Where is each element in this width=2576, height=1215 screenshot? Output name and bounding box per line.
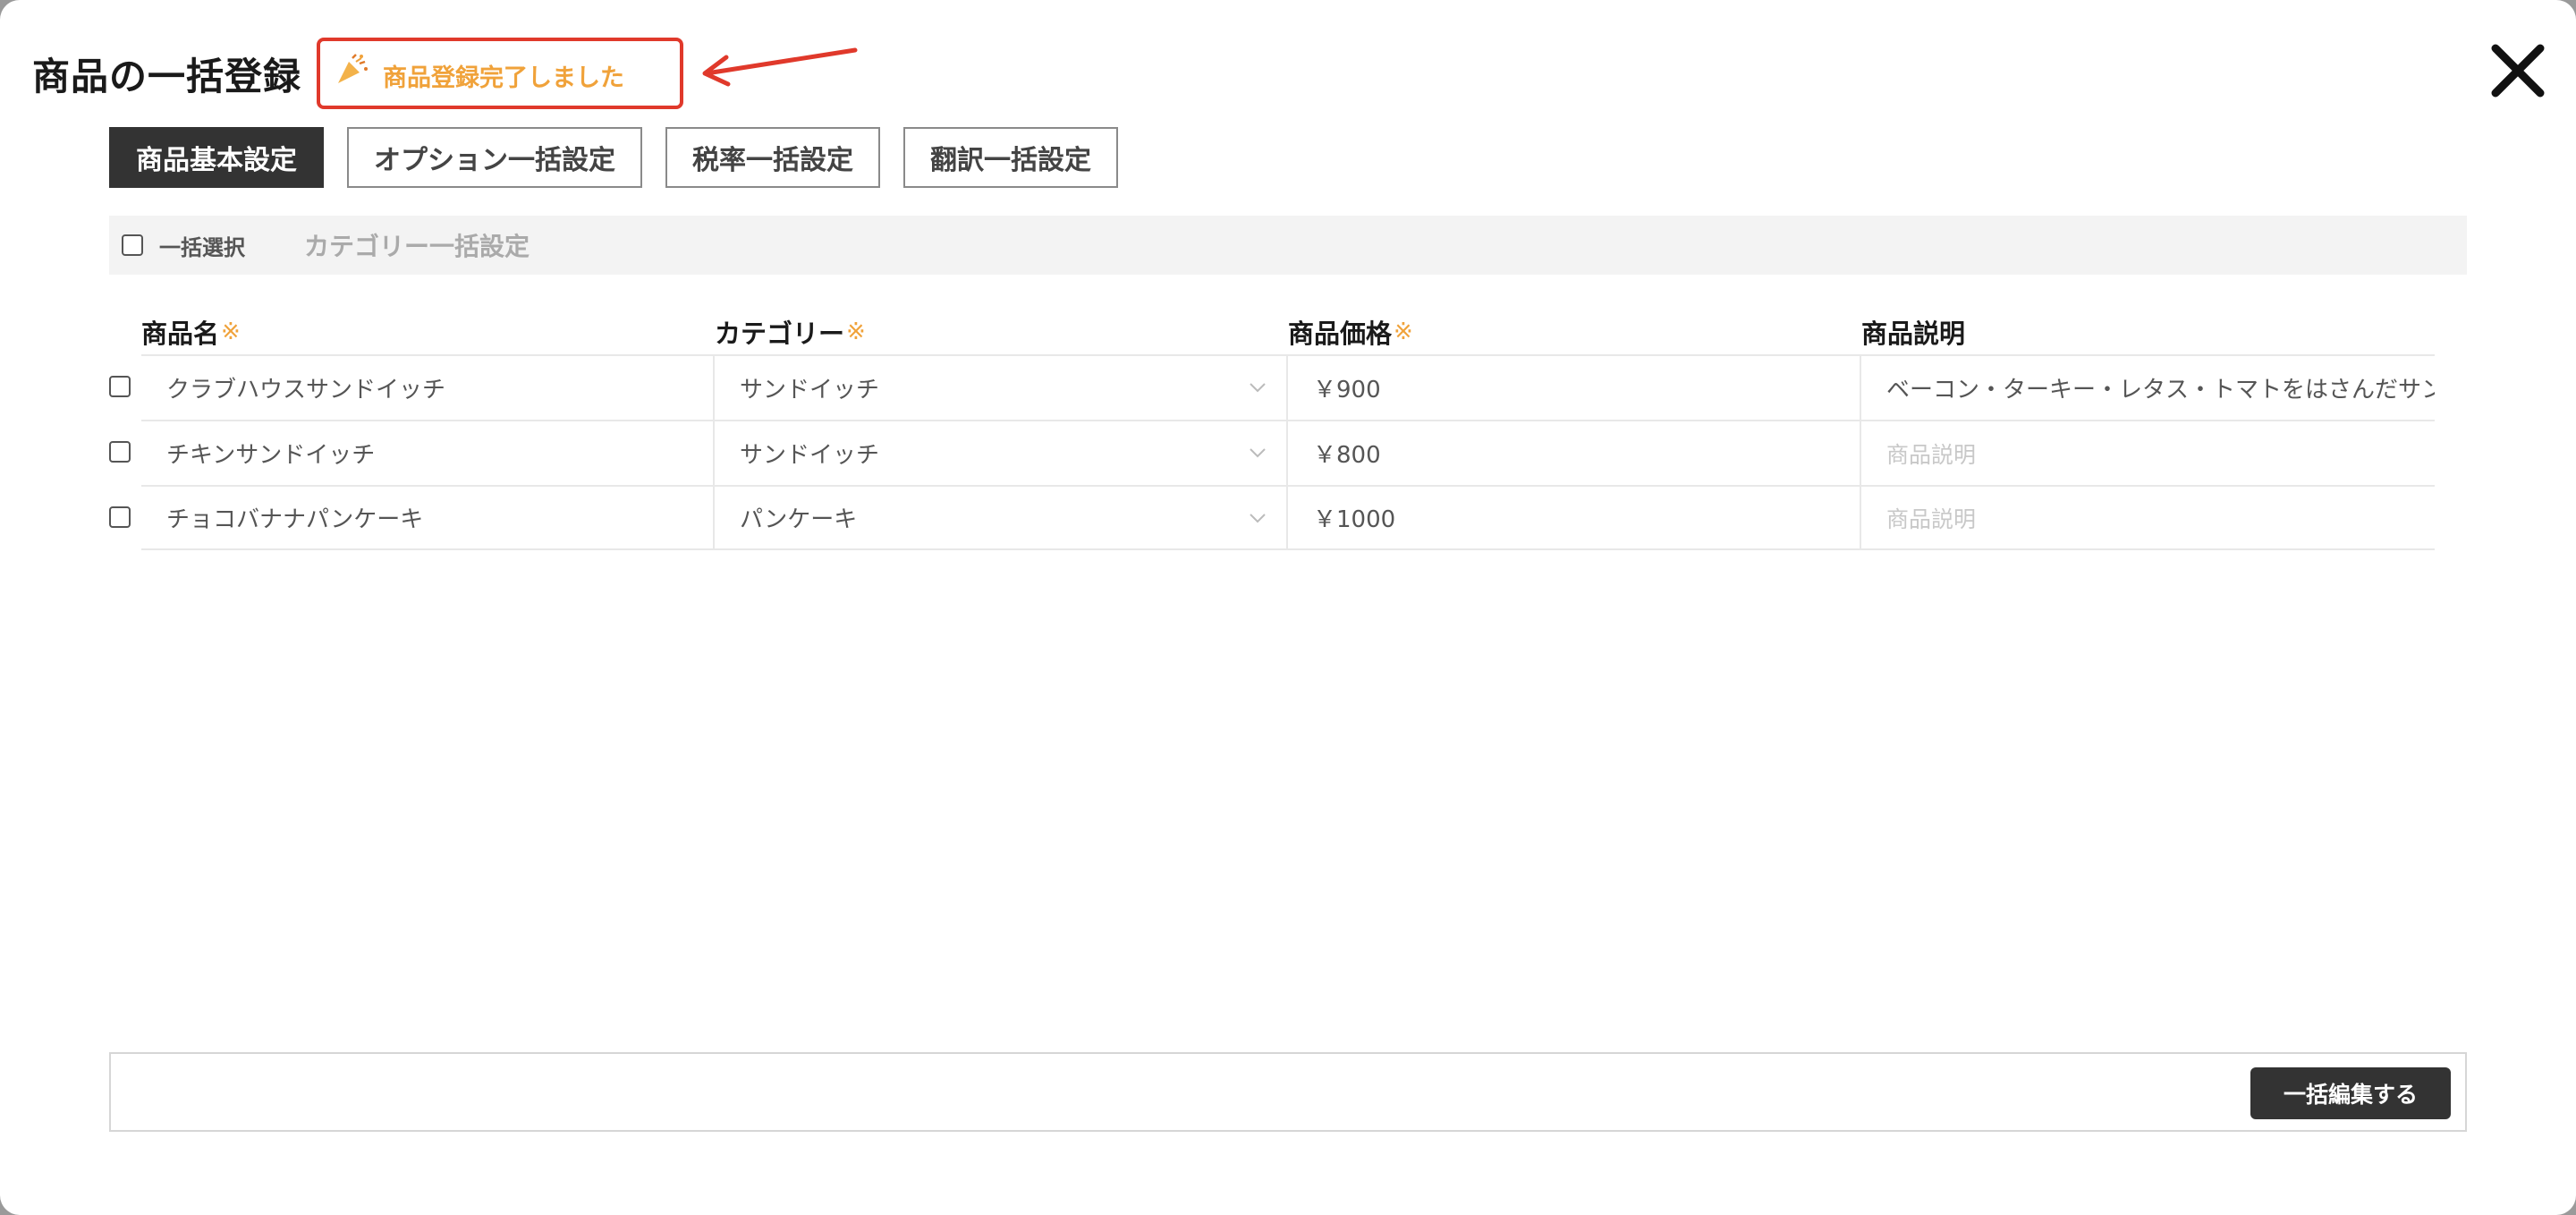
category-select[interactable]: サンドイッチ xyxy=(715,421,1288,485)
description-input[interactable]: 商品説明 xyxy=(1861,487,2435,548)
column-header-name: 商品名 ※ xyxy=(141,319,241,349)
required-mark: ※ xyxy=(846,319,866,345)
success-toast: 商品登録完了しました xyxy=(317,38,683,109)
required-mark: ※ xyxy=(221,319,241,345)
chevron-down-icon xyxy=(1250,383,1266,393)
table-row: チキンサンドイッチ サンドイッチ ￥800 商品説明 xyxy=(0,420,2576,485)
product-table-body: クラブハウスサンドイッチ サンドイッチ ￥900 ベーコン・ターキー・レタス・ト… xyxy=(0,354,2576,550)
toast-message: 商品登録完了しました xyxy=(383,64,624,92)
product-name-input[interactable]: チョコバナナパンケーキ xyxy=(141,487,715,548)
annotation-arrow xyxy=(702,47,858,87)
settings-tabs: 商品基本設定 オプション一括設定 税率一括設定 翻訳一括設定 xyxy=(109,127,1118,188)
price-input[interactable]: ￥900 xyxy=(1288,356,1861,420)
tab-option-bulk-settings[interactable]: オプション一括設定 xyxy=(347,127,642,188)
dialog-title: 商品の一括登録 xyxy=(32,55,302,98)
tab-translation-bulk-settings[interactable]: 翻訳一括設定 xyxy=(903,127,1118,188)
table-header: 商品名 ※ カテゴリー ※ 商品価格 ※ 商品説明 xyxy=(141,310,2435,354)
chevron-down-icon xyxy=(1250,448,1266,458)
select-all-checkbox[interactable] xyxy=(122,234,143,256)
price-input[interactable]: ￥800 xyxy=(1288,421,1861,485)
description-input[interactable]: ベーコン・ターキー・レタス・トマトをはさんだサン xyxy=(1861,356,2435,420)
bulk-action-bar: 一括選択 カテゴリー一括設定 xyxy=(109,216,2467,275)
price-input[interactable]: ￥1000 xyxy=(1288,487,1861,548)
row-checkbox[interactable] xyxy=(109,376,131,397)
bulk-register-dialog: 商品の一括登録 商品登録完了しました 商品基本設定 オプション一括設定 税率一括… xyxy=(0,0,2576,1215)
column-header-price: 商品価格 ※ xyxy=(1288,319,1413,349)
close-icon[interactable] xyxy=(2487,39,2549,102)
column-header-description: 商品説明 xyxy=(1861,319,1966,349)
tab-tax-bulk-settings[interactable]: 税率一括設定 xyxy=(665,127,880,188)
category-select[interactable]: パンケーキ xyxy=(715,487,1288,548)
column-header-category: カテゴリー ※ xyxy=(715,319,866,349)
product-name-input[interactable]: クラブハウスサンドイッチ xyxy=(141,356,715,420)
bulk-edit-button[interactable]: 一括編集する xyxy=(2250,1067,2451,1119)
chevron-down-icon xyxy=(1250,514,1266,523)
table-row: チョコバナナパンケーキ パンケーキ ￥1000 商品説明 xyxy=(0,485,2576,550)
category-select[interactable]: サンドイッチ xyxy=(715,356,1288,420)
description-input[interactable]: 商品説明 xyxy=(1861,421,2435,485)
footer-bar: 一括編集する xyxy=(109,1052,2467,1132)
required-mark: ※ xyxy=(1394,319,1413,345)
product-name-input[interactable]: チキンサンドイッチ xyxy=(141,421,715,485)
tab-basic-settings[interactable]: 商品基本設定 xyxy=(109,127,324,188)
row-checkbox[interactable] xyxy=(109,441,131,463)
party-popper-icon xyxy=(338,54,368,83)
table-row: クラブハウスサンドイッチ サンドイッチ ￥900 ベーコン・ターキー・レタス・ト… xyxy=(0,354,2576,420)
category-bulk-setting-button[interactable]: カテゴリー一括設定 xyxy=(304,227,530,263)
select-all-label: 一括選択 xyxy=(159,234,245,260)
row-checkbox[interactable] xyxy=(109,506,131,528)
